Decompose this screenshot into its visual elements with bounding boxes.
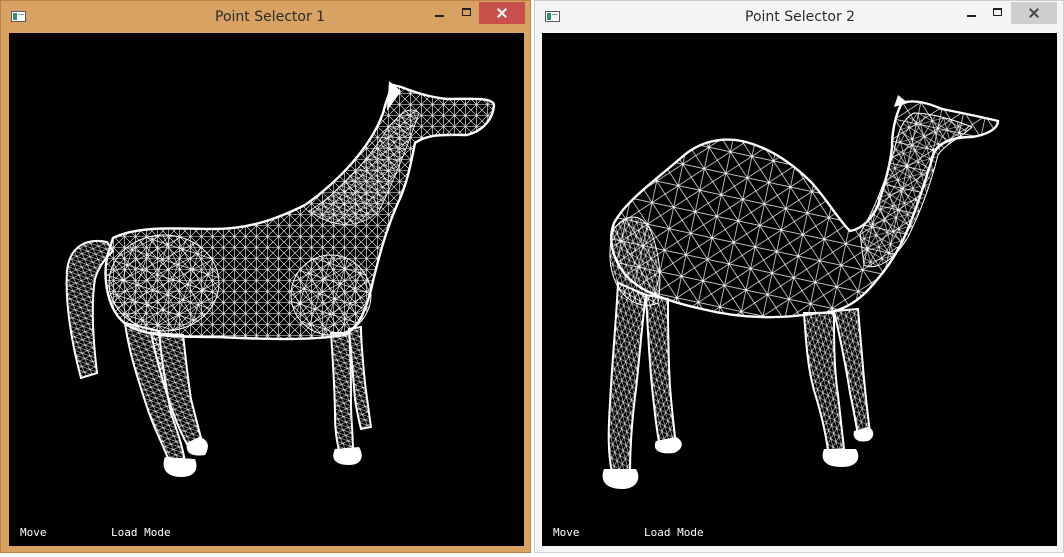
render-viewport[interactable]: Move Load Mode (542, 33, 1057, 546)
horse-leg-front-2 (347, 325, 373, 431)
minimize-icon[interactable] (957, 2, 985, 24)
load-mode-label: Load Mode (644, 526, 704, 539)
camel-leg-front-1 (607, 281, 648, 474)
camel-wireframe-model[interactable] (542, 33, 1057, 546)
horse-leg-front-1 (329, 332, 355, 452)
camel-hoof-rear (822, 449, 859, 467)
maximize-icon[interactable] (453, 2, 481, 24)
maximize-icon[interactable] (984, 2, 1012, 24)
horse-mesh (65, 81, 496, 477)
close-icon[interactable] (479, 2, 525, 24)
horse-hoof-rear (163, 457, 197, 477)
camel-leg-front-2 (644, 293, 678, 449)
close-icon[interactable] (1011, 2, 1057, 24)
camel-mesh (602, 95, 1000, 489)
camel-leg-rear-1 (802, 312, 846, 453)
window-title: Point Selector 1 (215, 9, 326, 25)
render-viewport[interactable]: Move Load Mode (9, 33, 524, 546)
title-bar[interactable]: Point Selector 2 (535, 1, 1063, 34)
camel-hoof-front (602, 469, 639, 489)
minimize-icon[interactable] (425, 2, 453, 24)
app-window-icon[interactable] (11, 11, 26, 22)
horse-wireframe-model[interactable] (9, 33, 524, 546)
title-bar[interactable]: Point Selector 1 (1, 1, 530, 34)
window-title: Point Selector 2 (745, 9, 856, 25)
load-mode-label: Load Mode (111, 526, 171, 539)
move-label: Move (20, 526, 47, 539)
point-selector-window-1[interactable]: Point Selector 1 Move Load Mode (0, 0, 531, 553)
point-selector-window-2[interactable]: Point Selector 2 Move Load Mode (534, 0, 1064, 553)
horse-hoof-front (333, 447, 362, 465)
move-label: Move (553, 526, 580, 539)
app-window-icon[interactable] (545, 11, 560, 22)
